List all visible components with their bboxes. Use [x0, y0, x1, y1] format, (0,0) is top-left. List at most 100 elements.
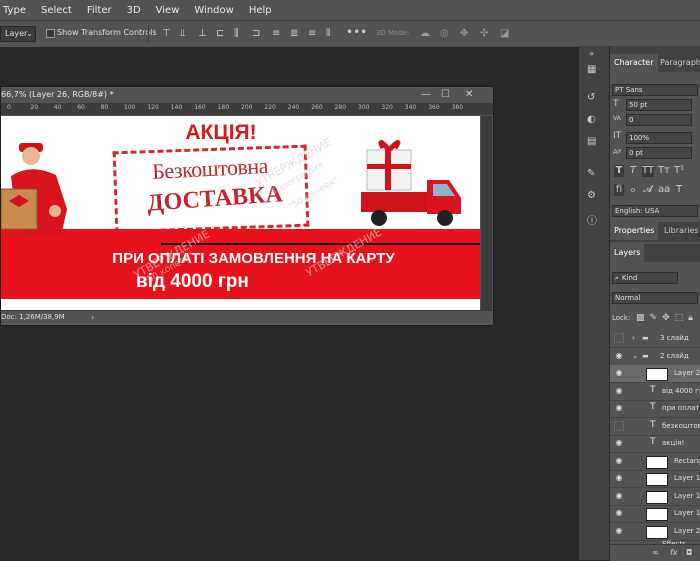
eye-icon[interactable]: ◉	[614, 491, 624, 501]
minimize-icon[interactable]: —	[421, 89, 431, 101]
layer-row[interactable]: ◉ Tвід 4000 грн	[610, 383, 700, 401]
align-middle-icon[interactable]: ⫫	[180, 28, 186, 40]
eye-icon[interactable]: ◉	[614, 508, 624, 518]
align-left-icon[interactable]: ⊏	[216, 28, 224, 40]
horizontal-ruler[interactable]: 0 20 40 60 80 100 120 140 160 180 200 220 240 260 280 3…	[1, 103, 493, 116]
transform-controls-checkbox[interactable]	[46, 29, 55, 38]
eye-hidden-icon[interactable]	[614, 420, 624, 431]
menu-view[interactable]: View	[156, 5, 180, 16]
distribute-left-icon[interactable]: ⦀	[326, 28, 330, 40]
superscript-icon[interactable]: T¹	[674, 165, 684, 177]
close-icon[interactable]: ✕	[465, 89, 473, 101]
layer-row[interactable]: ◉ Rectangle	[610, 453, 700, 471]
lock-pixels-icon[interactable]: ✎	[650, 312, 658, 324]
canvas[interactable]: АКЦІЯ! Безкоштовна ДОСТАВКА УТВЕРЖДЕНИЕ …	[1, 116, 480, 310]
eye-icon[interactable]: ◉	[614, 351, 624, 361]
status-arrow-icon[interactable]: ›	[91, 312, 94, 324]
info-icon[interactable]: ⓘ	[587, 216, 597, 228]
chevron-down-icon[interactable]: ⌄	[632, 352, 638, 360]
brush-icon[interactable]: ✎	[587, 168, 595, 180]
menu-type[interactable]: Type	[3, 5, 26, 16]
menu-3d[interactable]: 3D	[127, 5, 141, 16]
menu-select[interactable]: Select	[41, 5, 72, 16]
vertical-scrollbar[interactable]	[481, 116, 492, 310]
maximize-icon[interactable]: ☐	[441, 89, 450, 101]
scale-3d-icon[interactable]: ◪	[500, 28, 509, 40]
layer-select-dropdown[interactable]: Layer ⌄	[0, 26, 36, 42]
align-bottom-icon[interactable]: ⊥	[198, 28, 207, 40]
chevron-right-icon[interactable]: ›	[632, 334, 635, 342]
layer-row[interactable]: ◉ Tпри оплаті	[610, 400, 700, 418]
layer-row[interactable]: ◉ Layer 26	[610, 365, 700, 383]
layer-row[interactable]: Tбезкоштовна	[610, 418, 700, 436]
document-title-bar[interactable]: 66,7% (Layer 26, RGB/8#) * — ☐ ✕	[1, 87, 493, 103]
tab-character[interactable]: Character	[610, 54, 658, 72]
layer-row[interactable]: › ▬ 3 слайд	[610, 330, 700, 348]
distribute-middle-icon[interactable]: ≣	[290, 28, 298, 40]
alternates-icon[interactable]: aa	[658, 184, 670, 196]
align-center-icon[interactable]: ⫼	[234, 28, 239, 40]
titling-icon[interactable]: T	[674, 184, 684, 196]
link-layers-icon[interactable]: ∞	[652, 547, 659, 559]
eye-icon[interactable]: ◉	[614, 473, 624, 483]
lock-transparency-icon[interactable]: ▩	[636, 312, 645, 324]
distribute-top-icon[interactable]: ≡	[272, 28, 280, 40]
eye-icon[interactable]: ◉	[614, 456, 624, 466]
menu-filter[interactable]: Filter	[87, 5, 112, 16]
fx-icon[interactable]: fx	[670, 547, 678, 559]
font-family-field[interactable]: PT Sans	[612, 84, 698, 96]
orbit-3d-icon[interactable]: ☁	[420, 28, 430, 40]
faux-italic-icon[interactable]: T	[628, 165, 638, 177]
menu-help[interactable]: Help	[249, 5, 272, 16]
tracking-field[interactable]: 0	[626, 114, 692, 126]
tab-properties[interactable]: Properties	[610, 222, 659, 240]
eye-icon[interactable]: ◉	[614, 386, 624, 396]
truck-gift-illustration	[361, 140, 461, 226]
baseline-field[interactable]: 0 pt	[626, 147, 692, 159]
layer-row[interactable]: ◉ Layer 19	[610, 470, 700, 488]
layer-row[interactable]: ◉ Layer 20	[610, 523, 700, 541]
tab-layers[interactable]: Layers	[610, 244, 645, 262]
align-top-icon[interactable]: ⊤	[162, 28, 171, 40]
scale-field[interactable]: 100%	[626, 132, 692, 144]
blend-mode-field[interactable]: Normal	[612, 292, 698, 304]
layer-row[interactable]: ◉ ⌄ ▬ 2 слайд	[610, 348, 700, 366]
align-right-icon[interactable]: ⊐	[252, 28, 260, 40]
all-caps-icon[interactable]: TT	[642, 165, 654, 177]
slide-3d-icon[interactable]: ✣	[480, 28, 488, 40]
lock-artboard-icon[interactable]: ⬚	[675, 312, 684, 324]
small-caps-icon[interactable]: Tт	[658, 165, 670, 177]
collapse-panels-icon[interactable]: »	[589, 48, 594, 60]
add-mask-icon[interactable]: ◘	[686, 547, 692, 559]
menu-window[interactable]: Window	[194, 5, 233, 16]
eye-icon[interactable]: ◉	[614, 403, 624, 413]
doc-size-status: Doc: 1,26M/38,9M	[1, 313, 65, 321]
old-style-icon[interactable]: ℴ	[628, 184, 638, 196]
pan-3d-icon[interactable]: ✥	[460, 28, 468, 40]
distribute-bottom-icon[interactable]: ≡	[308, 28, 316, 40]
font-size-field[interactable]: 50 pt	[626, 99, 692, 111]
layer-row[interactable]: ◉ Layer 18	[610, 488, 700, 506]
ligatures-icon[interactable]: fi	[614, 184, 624, 196]
history-icon[interactable]: ↺	[587, 92, 595, 104]
layer-row[interactable]: ◉ Tакція!	[610, 435, 700, 453]
lock-position-icon[interactable]: ✥	[662, 312, 670, 324]
grid-icon[interactable]: ▤	[587, 136, 596, 148]
roll-3d-icon[interactable]: ◎	[440, 28, 449, 40]
layer-filter-field[interactable]: ⌕ Kind	[612, 272, 678, 284]
tab-libraries[interactable]: Libraries	[660, 222, 700, 240]
eye-icon[interactable]: ◉	[614, 526, 624, 536]
more-options-icon[interactable]: •••	[346, 26, 367, 38]
faux-bold-icon[interactable]: T	[614, 165, 624, 177]
layer-row[interactable]: ◉ Layer 18	[610, 505, 700, 523]
language-field[interactable]: English: USA	[612, 205, 698, 217]
swash-icon[interactable]: 𝓐	[642, 184, 654, 196]
eye-hidden-icon[interactable]	[614, 333, 624, 343]
swatches-icon[interactable]: ◐	[587, 114, 596, 126]
brush-settings-icon[interactable]: ⚙	[587, 190, 596, 202]
histogram-icon[interactable]: ▦	[587, 64, 596, 76]
eye-icon[interactable]: ◉	[614, 368, 624, 378]
tab-paragraph[interactable]: Paragraph	[656, 54, 700, 72]
eye-icon[interactable]: ◉	[614, 438, 624, 448]
lock-all-icon[interactable]: 🔒︎	[688, 312, 693, 324]
